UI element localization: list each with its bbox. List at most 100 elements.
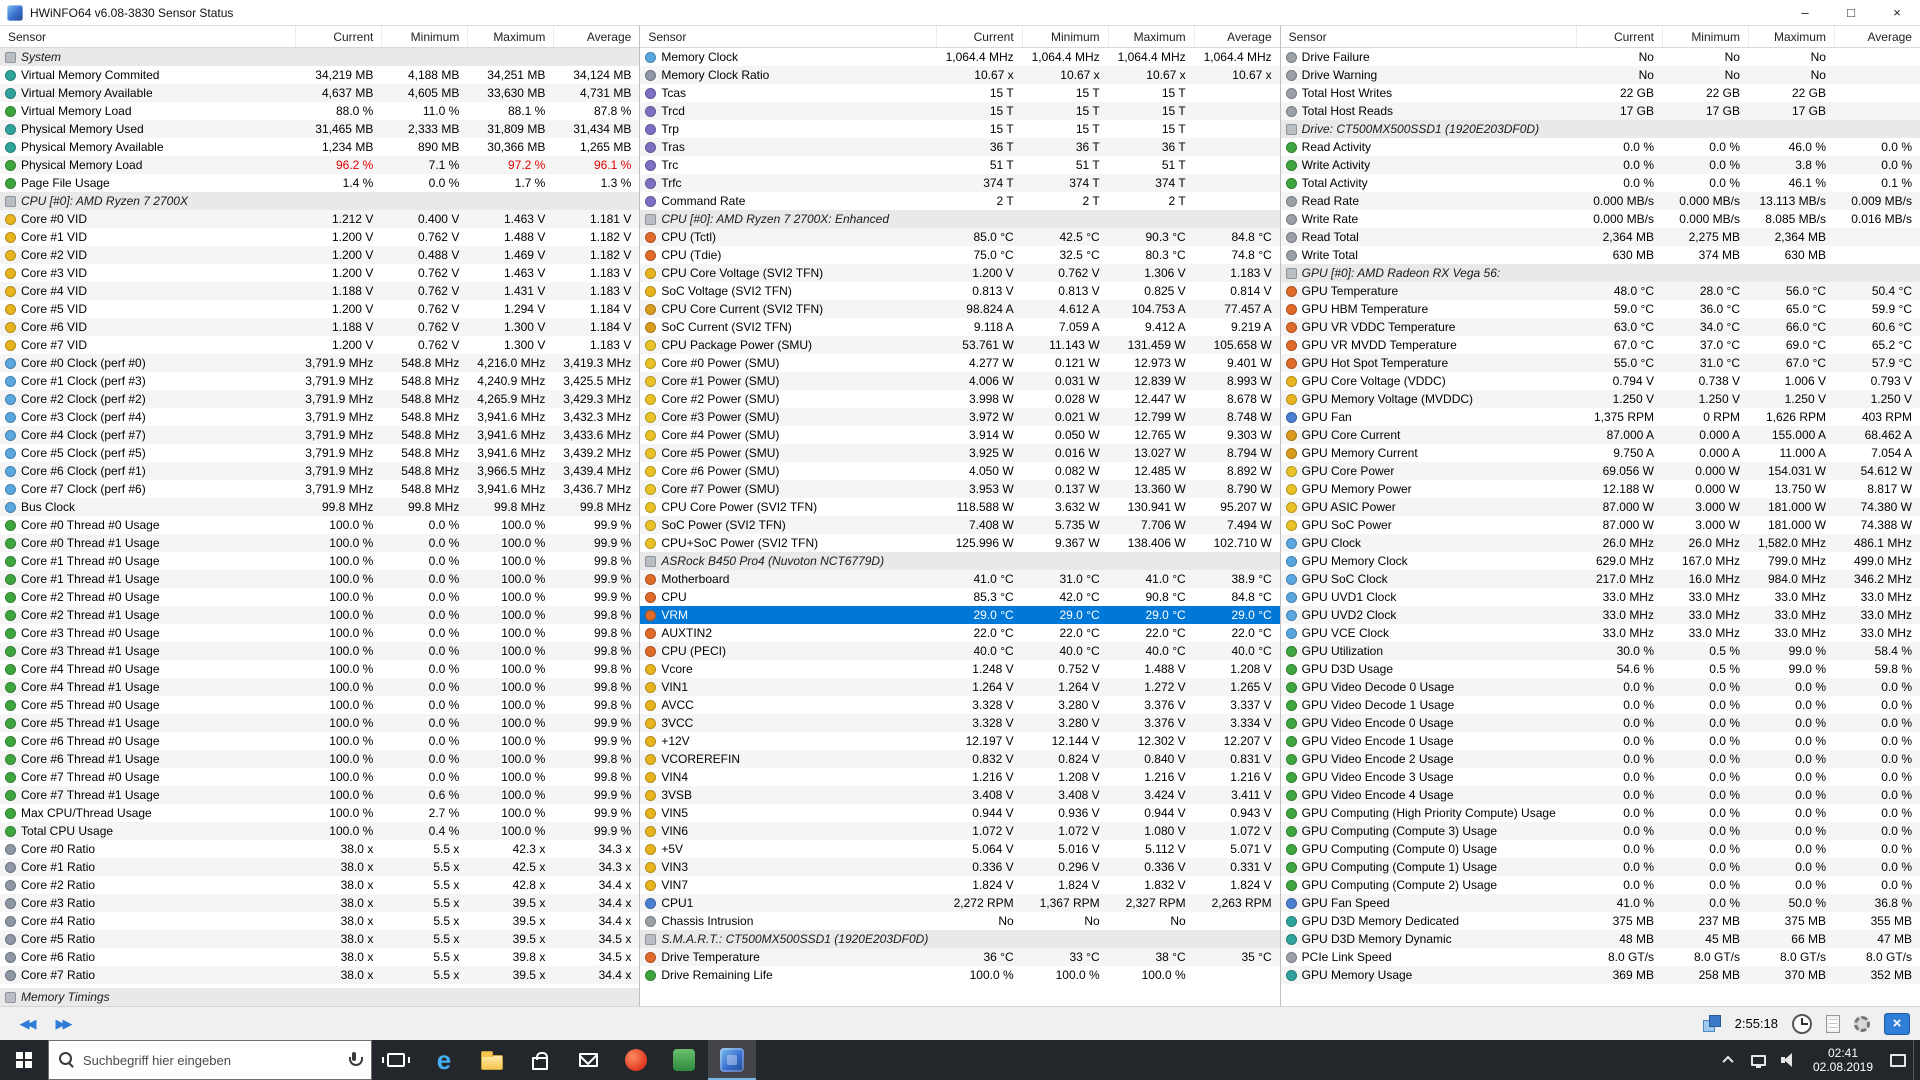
sensor-row[interactable]: CPU+SoC Power (SVI2 TFN)125.996 W9.367 W… bbox=[640, 534, 1279, 552]
minimize-button[interactable]: – bbox=[1782, 0, 1828, 25]
column-header-maximum[interactable]: Maximum bbox=[1748, 26, 1834, 47]
sensor-row[interactable]: Read Total2,364 MB2,275 MB2,364 MB bbox=[1281, 228, 1920, 246]
sensor-row[interactable]: CPU85.3 °C42.0 °C90.8 °C84.8 °C bbox=[640, 588, 1279, 606]
sensor-row[interactable]: GPU Memory Current9.750 A0.000 A11.000 A… bbox=[1281, 444, 1920, 462]
sensor-row[interactable]: GPU Core Voltage (VDDC)0.794 V0.738 V1.0… bbox=[1281, 372, 1920, 390]
logging-icon[interactable] bbox=[1703, 1015, 1721, 1032]
sensor-row[interactable]: Core #4 Power (SMU)3.914 W0.050 W12.765 … bbox=[640, 426, 1279, 444]
sensor-row[interactable]: AUXTIN222.0 °C22.0 °C22.0 °C22.0 °C bbox=[640, 624, 1279, 642]
sensor-row[interactable]: GPU UVD1 Clock33.0 MHz33.0 MHz33.0 MHz33… bbox=[1281, 588, 1920, 606]
sensor-row[interactable]: Core #3 Thread #0 Usage100.0 %0.0 %100.0… bbox=[0, 624, 639, 642]
sensor-row[interactable]: Virtual Memory Available4,637 MB4,605 MB… bbox=[0, 84, 639, 102]
sensor-row[interactable]: Page File Usage1.4 %0.0 %1.7 %1.3 % bbox=[0, 174, 639, 192]
sensor-row[interactable]: CPU Core Voltage (SVI2 TFN)1.200 V0.762 … bbox=[640, 264, 1279, 282]
sensor-row[interactable]: GPU SoC Clock217.0 MHz16.0 MHz984.0 MHz3… bbox=[1281, 570, 1920, 588]
sensor-row[interactable]: Read Rate0.000 MB/s0.000 MB/s13.113 MB/s… bbox=[1281, 192, 1920, 210]
column-header-minimum[interactable]: Minimum bbox=[1022, 26, 1108, 47]
sensor-row[interactable]: Core #6 Power (SMU)4.050 W0.082 W12.485 … bbox=[640, 462, 1279, 480]
sensor-row[interactable]: VIN41.216 V1.208 V1.216 V1.216 V bbox=[640, 768, 1279, 786]
taskbar-app-app-green[interactable] bbox=[660, 1040, 708, 1080]
sensor-row[interactable]: GPU SoC Power87.000 W3.000 W181.000 W74.… bbox=[1281, 516, 1920, 534]
sensor-row[interactable]: GPU Core Current87.000 A0.000 A155.000 A… bbox=[1281, 426, 1920, 444]
sensor-row[interactable]: Bus Clock99.8 MHz99.8 MHz99.8 MHz99.8 MH… bbox=[0, 498, 639, 516]
sensor-row[interactable]: Tcas15 T15 T15 T bbox=[640, 84, 1279, 102]
taskbar-app-edge[interactable] bbox=[420, 1040, 468, 1080]
sensor-row[interactable]: GPU VR VDDC Temperature63.0 °C34.0 °C66.… bbox=[1281, 318, 1920, 336]
sensor-row[interactable]: GPU Memory Power12.188 W0.000 W13.750 W8… bbox=[1281, 480, 1920, 498]
sensor-row[interactable]: Total Host Writes22 GB22 GB22 GB bbox=[1281, 84, 1920, 102]
section-row[interactable]: ASRock B450 Pro4 (Nuvoton NCT6779D) bbox=[640, 552, 1279, 570]
sensor-row[interactable]: GPU Utilization30.0 %0.5 %99.0 %58.4 % bbox=[1281, 642, 1920, 660]
sensor-row[interactable]: Write Activity0.0 %0.0 %3.8 %0.0 % bbox=[1281, 156, 1920, 174]
sensor-row[interactable]: Core #4 Ratio38.0 x5.5 x39.5 x34.4 x bbox=[0, 912, 639, 930]
sensor-row[interactable]: Drive FailureNoNoNo bbox=[1281, 48, 1920, 66]
sensor-row[interactable]: Core #7 Thread #1 Usage100.0 %0.6 %100.0… bbox=[0, 786, 639, 804]
sensor-row[interactable]: Core #6 VID1.188 V0.762 V1.300 V1.184 V bbox=[0, 318, 639, 336]
sensor-row[interactable]: Core #7 VID1.200 V0.762 V1.300 V1.183 V bbox=[0, 336, 639, 354]
sensor-row[interactable]: VCOREREFIN0.832 V0.824 V0.840 V0.831 V bbox=[640, 750, 1279, 768]
section-row[interactable]: Drive: CT500MX500SSD1 (1920E203DF0D) bbox=[1281, 120, 1920, 138]
sensor-row[interactable]: AVCC3.328 V3.280 V3.376 V3.337 V bbox=[640, 696, 1279, 714]
sensor-row[interactable]: GPU Video Encode 3 Usage0.0 %0.0 %0.0 %0… bbox=[1281, 768, 1920, 786]
sensor-row[interactable]: Total Host Reads17 GB17 GB17 GB bbox=[1281, 102, 1920, 120]
sensor-row[interactable]: Virtual Memory Load88.0 %11.0 %88.1 %87.… bbox=[0, 102, 639, 120]
sensor-row[interactable]: Trc51 T51 T51 T bbox=[640, 156, 1279, 174]
sensor-row[interactable]: Core #0 Thread #1 Usage100.0 %0.0 %100.0… bbox=[0, 534, 639, 552]
sensor-row[interactable]: SoC Voltage (SVI2 TFN)0.813 V0.813 V0.82… bbox=[640, 282, 1279, 300]
sensor-row[interactable]: GPU Fan1,375 RPM0 RPM1,626 RPM403 RPM bbox=[1281, 408, 1920, 426]
sensor-row[interactable]: Drive Temperature36 °C33 °C38 °C35 °C bbox=[640, 948, 1279, 966]
sensor-row[interactable]: Core #1 Thread #0 Usage100.0 %0.0 %100.0… bbox=[0, 552, 639, 570]
sensor-row[interactable]: Core #0 Clock (perf #0)3,791.9 MHz548.8 … bbox=[0, 354, 639, 372]
column-header-sensor[interactable]: Sensor bbox=[0, 26, 295, 47]
reset-clock-icon[interactable] bbox=[1792, 1014, 1812, 1034]
sensor-row[interactable]: GPU Core Power69.056 W0.000 W154.031 W54… bbox=[1281, 462, 1920, 480]
sensor-row[interactable]: GPU ASIC Power87.000 W3.000 W181.000 W74… bbox=[1281, 498, 1920, 516]
section-row[interactable]: CPU [#0]: AMD Ryzen 7 2700X: Enhanced bbox=[640, 210, 1279, 228]
sensor-row[interactable]: Core #1 Clock (perf #3)3,791.9 MHz548.8 … bbox=[0, 372, 639, 390]
nav-forward-button[interactable]: ▶▶ bbox=[46, 1011, 82, 1037]
sensor-row[interactable]: GPU Computing (Compute 2) Usage0.0 %0.0 … bbox=[1281, 876, 1920, 894]
sensor-row[interactable]: GPU D3D Memory Dedicated375 MB237 MB375 … bbox=[1281, 912, 1920, 930]
sensor-row[interactable]: Total Activity0.0 %0.0 %46.1 %0.1 % bbox=[1281, 174, 1920, 192]
sensor-row[interactable]: Core #7 Ratio38.0 x5.5 x39.5 x34.4 x bbox=[0, 966, 639, 984]
sensor-row[interactable]: VIN50.944 V0.936 V0.944 V0.943 V bbox=[640, 804, 1279, 822]
section-row[interactable]: S.M.A.R.T.: CT500MX500SSD1 (1920E203DF0D… bbox=[640, 930, 1279, 948]
sensor-row[interactable]: Core #1 Power (SMU)4.006 W0.031 W12.839 … bbox=[640, 372, 1279, 390]
sensor-row[interactable]: Core #4 Thread #0 Usage100.0 %0.0 %100.0… bbox=[0, 660, 639, 678]
sensor-row[interactable]: GPU Video Encode 4 Usage0.0 %0.0 %0.0 %0… bbox=[1281, 786, 1920, 804]
sensor-row[interactable]: Core #7 Clock (perf #6)3,791.9 MHz548.8 … bbox=[0, 480, 639, 498]
maximize-button[interactable]: □ bbox=[1828, 0, 1874, 25]
sensor-row[interactable]: Core #5 Clock (perf #5)3,791.9 MHz548.8 … bbox=[0, 444, 639, 462]
sensor-row[interactable]: CPU12,272 RPM1,367 RPM2,327 RPM2,263 RPM bbox=[640, 894, 1279, 912]
sensor-row[interactable]: Core #4 VID1.188 V0.762 V1.431 V1.183 V bbox=[0, 282, 639, 300]
sensor-row[interactable]: CPU Core Power (SVI2 TFN)118.588 W3.632 … bbox=[640, 498, 1279, 516]
sensor-row[interactable]: Trp15 T15 T15 T bbox=[640, 120, 1279, 138]
sensor-row[interactable]: CPU Core Current (SVI2 TFN)98.824 A4.612… bbox=[640, 300, 1279, 318]
sensor-row[interactable]: CPU (Tdie)75.0 °C32.5 °C80.3 °C74.8 °C bbox=[640, 246, 1279, 264]
sensor-row[interactable]: GPU Memory Clock629.0 MHz167.0 MHz799.0 … bbox=[1281, 552, 1920, 570]
sensor-row[interactable]: CPU (PECI)40.0 °C40.0 °C40.0 °C40.0 °C bbox=[640, 642, 1279, 660]
sensor-row[interactable]: GPU HBM Temperature59.0 °C36.0 °C65.0 °C… bbox=[1281, 300, 1920, 318]
sensor-row[interactable]: GPU VR MVDD Temperature67.0 °C37.0 °C69.… bbox=[1281, 336, 1920, 354]
sensor-row[interactable]: Core #3 Clock (perf #4)3,791.9 MHz548.8 … bbox=[0, 408, 639, 426]
sensor-row[interactable]: GPU Video Decode 0 Usage0.0 %0.0 %0.0 %0… bbox=[1281, 678, 1920, 696]
sensor-row[interactable]: VIN71.824 V1.824 V1.832 V1.824 V bbox=[640, 876, 1279, 894]
column-header-maximum[interactable]: Maximum bbox=[1108, 26, 1194, 47]
sensor-row[interactable]: Memory Clock1,064.4 MHz1,064.4 MHz1,064.… bbox=[640, 48, 1279, 66]
start-button[interactable] bbox=[0, 1040, 48, 1080]
sensor-row[interactable]: GPU Memory Usage369 MB258 MB370 MB352 MB bbox=[1281, 966, 1920, 984]
sensor-row[interactable]: GPU Memory Voltage (MVDDC)1.250 V1.250 V… bbox=[1281, 390, 1920, 408]
column-header-average[interactable]: Average bbox=[1834, 26, 1920, 47]
sensor-row[interactable]: Max CPU/Thread Usage100.0 %2.7 %100.0 %9… bbox=[0, 804, 639, 822]
tray-clock[interactable]: 02:41 02.08.2019 bbox=[1803, 1046, 1883, 1074]
sensor-row[interactable]: Core #6 Thread #0 Usage100.0 %0.0 %100.0… bbox=[0, 732, 639, 750]
sensor-row[interactable]: CPU (Tctl)85.0 °C42.5 °C90.3 °C84.8 °C bbox=[640, 228, 1279, 246]
sensor-row[interactable]: Physical Memory Load96.2 %7.1 %97.2 %96.… bbox=[0, 156, 639, 174]
sensor-row[interactable]: Trfc374 T374 T374 T bbox=[640, 174, 1279, 192]
sensor-row[interactable]: VIN30.336 V0.296 V0.336 V0.331 V bbox=[640, 858, 1279, 876]
sensor-row[interactable]: Core #2 Clock (perf #2)3,791.9 MHz548.8 … bbox=[0, 390, 639, 408]
taskbar-app-hwinfo[interactable] bbox=[708, 1040, 756, 1080]
sensor-row[interactable]: GPU Video Decode 1 Usage0.0 %0.0 %0.0 %0… bbox=[1281, 696, 1920, 714]
sensor-row[interactable]: Core #0 Thread #0 Usage100.0 %0.0 %100.0… bbox=[0, 516, 639, 534]
sensor-row[interactable]: Write Rate0.000 MB/s0.000 MB/s8.085 MB/s… bbox=[1281, 210, 1920, 228]
